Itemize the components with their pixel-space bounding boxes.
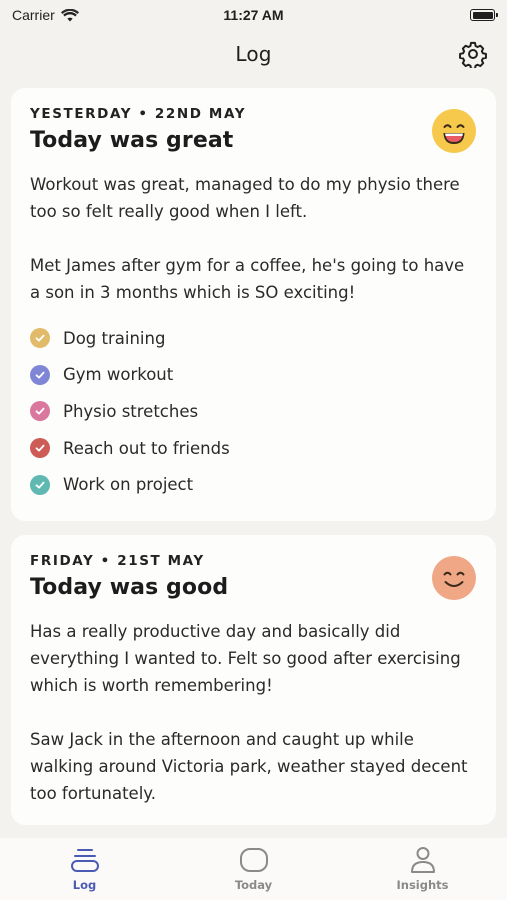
entry-body: Workout was great, managed to do my phys…	[30, 171, 477, 306]
grinning-face-icon	[432, 109, 476, 153]
task-item[interactable]: Work on project	[30, 466, 477, 503]
checkmark-icon	[30, 328, 50, 349]
tab-label: Today	[234, 878, 273, 892]
battery-icon	[470, 9, 498, 21]
entry-paragraph: Has a really productive day and basicall…	[30, 621, 461, 695]
checkmark-icon	[30, 401, 50, 422]
entry-body: Has a really productive day and basicall…	[30, 618, 477, 807]
log-stack-icon	[70, 849, 99, 872]
task-item[interactable]: Dog training	[30, 320, 477, 357]
smiling-face-icon	[432, 555, 476, 600]
tab-label: Insights	[396, 878, 449, 892]
status-left: Carrier	[12, 7, 79, 23]
gear-icon	[459, 41, 487, 68]
task-label: Reach out to friends	[63, 438, 230, 458]
status-bar: Carrier 11:27 AM	[0, 0, 507, 30]
task-item[interactable]: Gym workout	[30, 357, 477, 394]
wifi-icon	[60, 8, 79, 21]
entry-paragraph: Met James after gym for a coffee, he's g…	[30, 256, 465, 302]
tab-insights[interactable]: Insights	[363, 846, 483, 892]
tab-today[interactable]: Today	[194, 846, 314, 892]
log-entry-card[interactable]: YESTERDAY • 22ND MAY Today was great Wor…	[11, 88, 496, 521]
log-list[interactable]: YESTERDAY • 22ND MAY Today was great Wor…	[0, 88, 507, 838]
entry-paragraph: Workout was great, managed to do my phys…	[30, 175, 460, 221]
task-label: Gym workout	[63, 365, 174, 385]
nav-header: Log	[0, 30, 507, 78]
tab-log[interactable]: Log	[25, 846, 145, 892]
today-rounded-square-icon	[239, 848, 268, 872]
page-title: Log	[235, 42, 272, 66]
log-entry-card[interactable]: FRIDAY • 21ST MAY Today was good Has a r…	[11, 534, 496, 825]
task-item[interactable]: Reach out to friends	[30, 430, 477, 467]
task-item[interactable]: Physio stretches	[30, 393, 477, 430]
tab-label: Log	[72, 878, 97, 892]
carrier-label: Carrier	[12, 7, 55, 23]
task-label: Work on project	[63, 475, 194, 495]
entry-date: YESTERDAY • 22ND MAY	[30, 106, 247, 122]
checkmark-icon	[30, 474, 50, 495]
entry-title: Today was good	[30, 574, 229, 600]
task-label: Physio stretches	[63, 401, 199, 421]
settings-button[interactable]	[457, 38, 489, 70]
entry-date: FRIDAY • 21ST MAY	[30, 552, 205, 569]
entry-paragraph: Saw Jack in the afternoon and caught up …	[30, 729, 468, 803]
checkmark-icon	[30, 438, 50, 459]
task-label: Dog training	[63, 328, 166, 348]
tab-bar: Log Today Insights	[0, 838, 507, 900]
checkmark-icon	[30, 364, 50, 385]
task-list: Dog training Gym workout Physio stretche…	[30, 320, 477, 503]
entry-title: Today was great	[30, 128, 234, 153]
person-icon	[410, 847, 435, 873]
